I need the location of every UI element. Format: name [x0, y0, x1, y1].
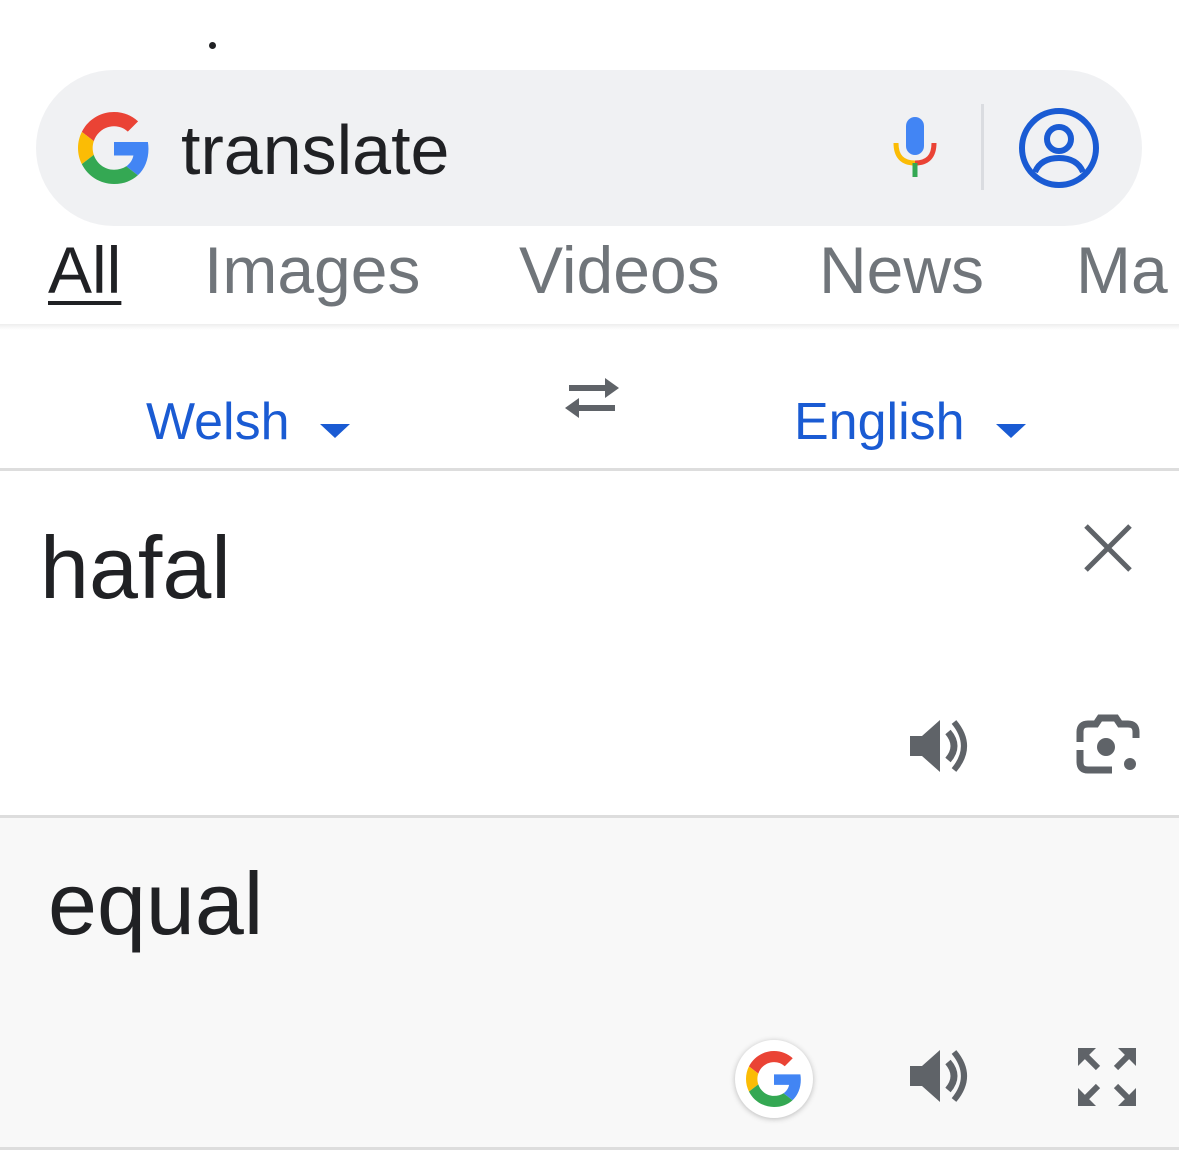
speaker-icon[interactable]	[906, 1044, 970, 1108]
source-text-input[interactable]: hafal	[40, 518, 231, 618]
tab-all[interactable]: All	[48, 232, 121, 308]
translate-page: translate All Images Videos News Ma Wels…	[0, 0, 1179, 1164]
tabs-divider	[0, 324, 1179, 330]
source-language-select[interactable]: Welsh	[146, 392, 290, 452]
tab-videos[interactable]: Videos	[519, 232, 720, 308]
translated-text: equal	[48, 854, 264, 953]
google-g-icon[interactable]	[78, 112, 150, 184]
tab-news[interactable]: News	[819, 232, 984, 308]
microphone-icon[interactable]	[890, 115, 940, 181]
search-input[interactable]: translate	[181, 110, 449, 190]
tab-maps[interactable]: Ma	[1076, 232, 1168, 308]
language-row-divider	[0, 468, 1179, 471]
chevron-down-icon[interactable]	[320, 424, 350, 438]
target-language-select[interactable]: English	[794, 392, 965, 452]
chevron-down-icon[interactable]	[996, 424, 1026, 438]
speaker-icon[interactable]	[906, 714, 970, 778]
tab-images[interactable]: Images	[204, 232, 420, 308]
google-g-icon	[746, 1051, 801, 1107]
fullscreen-icon[interactable]	[1074, 1044, 1140, 1110]
status-dot	[209, 42, 216, 49]
search-bar-divider	[981, 104, 984, 190]
camera-lens-icon[interactable]	[1076, 714, 1140, 776]
swap-arrows-icon[interactable]	[561, 374, 623, 422]
google-translate-button[interactable]	[735, 1040, 813, 1118]
account-circle-icon[interactable]	[1017, 106, 1101, 190]
close-icon[interactable]	[1080, 520, 1136, 576]
